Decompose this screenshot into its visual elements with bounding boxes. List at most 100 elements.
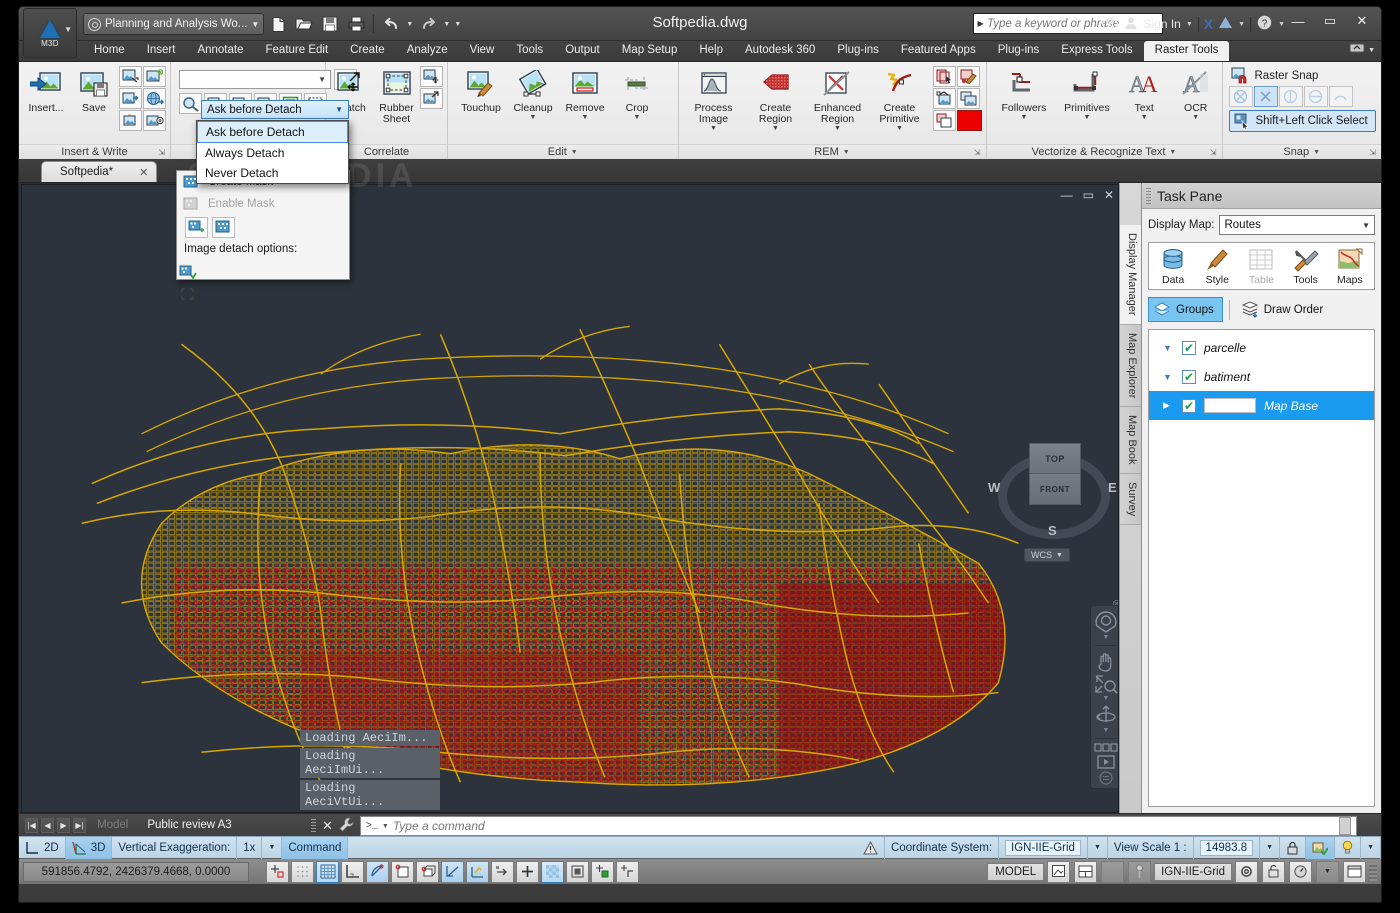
lock-viewport-button[interactable] [1280,837,1306,859]
polar-toggle[interactable] [366,861,389,883]
new-icon[interactable] [266,13,290,35]
exchange-app-icon[interactable]: X [1204,16,1213,32]
ribbon-minimize-icon[interactable] [1349,41,1365,59]
ribbon-tab-help[interactable]: Help [688,41,734,61]
image-snapshot-icon[interactable] [143,110,166,131]
snap-toggle[interactable] [266,861,289,883]
bottom-coordinate-system[interactable]: IGN-IIE-Grid [1154,863,1232,881]
ribbon-tab-raster-tools[interactable]: Raster Tools [1144,41,1230,61]
vertical-exaggeration-value-item[interactable]: 1x [237,837,262,859]
model-space-button[interactable]: MODEL [987,863,1044,881]
chevron-down-icon[interactable]: ▼ [530,114,537,121]
ribbon-tab-analyze[interactable]: Analyze [396,41,459,61]
mask-edit-icon[interactable] [212,217,235,238]
primitives-button[interactable]: Primitives ▼ [1059,65,1114,121]
pin-icon[interactable] [1128,861,1151,883]
detach-option[interactable]: Never Detach [197,163,348,183]
touchup-button[interactable]: Touchup [458,65,504,114]
ribbon-tab-map-setup[interactable]: Map Setup [611,41,689,61]
task-pane-style-button[interactable]: Style [1201,246,1234,286]
ribbon-tab-annotate[interactable]: Annotate [186,41,254,61]
command-input[interactable] [393,819,1335,833]
vertical-exaggeration-dropdown[interactable]: ▼ [262,837,282,859]
ribbon-tab-autodesk-360[interactable]: Autodesk 360 [734,41,826,61]
view-cube-box[interactable]: TOP FRONT [1029,443,1081,505]
save-image-button[interactable]: Save [71,65,117,114]
view-scale-dropdown[interactable]: ▼ [1260,837,1280,859]
compass-east-label[interactable]: E [1108,480,1117,495]
workspace-selector[interactable]: Planning and Analysis Wo... ▼ [83,13,264,35]
chevron-down-icon[interactable]: ▼ [1103,728,1110,734]
zoom-extents-icon[interactable] [1094,674,1118,694]
remove-button[interactable]: Remove ▼ [562,65,608,121]
task-pane-table-button[interactable]: Table [1245,246,1278,286]
unlock-icon[interactable] [1262,861,1285,883]
chevron-down-icon[interactable]: ▼ [1169,149,1176,156]
chevron-down-icon[interactable]: ▼ [1368,47,1375,54]
chevron-down-icon[interactable]: ▼ [1163,372,1174,382]
minimize-button[interactable]: — [1283,9,1313,33]
image-detach-icon[interactable] [177,262,199,283]
chevron-down-icon[interactable]: ▼ [442,21,451,28]
document-tab-softpedia[interactable]: Softpedia* ✕ [41,161,157,182]
ribbon-tab-express-tools[interactable]: Express Tools [1050,41,1143,61]
ribbon-tab-view[interactable]: View [459,41,506,61]
chevron-down-icon[interactable]: ▼ [896,125,903,132]
chevron-down-icon[interactable]: ▼ [1313,149,1320,156]
display-map-select[interactable]: Routes ▼ [1219,215,1375,235]
search-dropdown-icon[interactable]: ▶ [974,19,987,28]
chevron-down-icon[interactable]: ▼ [1056,552,1063,559]
command-history-scroll[interactable] [1339,817,1351,835]
layer-list[interactable]: ▼✔parcelle▼✔batiment▶✔Map Base [1148,329,1375,807]
mask-add-icon[interactable] [185,217,208,238]
chevron-down-icon[interactable]: ▼ [1103,696,1110,702]
grid-toggle[interactable] [316,861,339,883]
mode-2d-button[interactable]: 2D [19,837,66,859]
image-detach-combo[interactable]: Ask before Detach ▼ [201,100,349,119]
close-icon[interactable]: ✕ [316,818,339,834]
ribbon-tab-insert[interactable]: Insert [136,41,187,61]
chevron-down-icon[interactable]: ▼ [1083,114,1090,121]
task-pane-tools-button[interactable]: Tools [1289,246,1322,286]
prev-tab-icon[interactable]: ◀ [41,818,54,833]
region-color-swatch[interactable] [957,110,982,131]
ribbon-tab-output[interactable]: Output [554,41,611,61]
task-pane-maps-button[interactable]: Maps [1333,246,1366,286]
region-merge-icon[interactable] [933,88,956,109]
osnap-toggle[interactable] [391,861,414,883]
help-icon[interactable]: ? [1256,14,1273,34]
region-layer-icon[interactable] [933,110,956,131]
panel-dialog-launcher-icon[interactable]: ⇲ [1210,148,1217,157]
chevron-down-icon[interactable]: ▼ [582,114,589,121]
image-frame-toggle-icon[interactable] [177,283,199,304]
snap-center-icon[interactable] [1304,86,1328,107]
followers-button[interactable]: Followers ▼ [997,65,1052,121]
pan-hand-icon[interactable] [1095,650,1117,672]
steering-wheel-icon[interactable] [1095,611,1117,633]
viewport-layout-icon[interactable] [1047,861,1070,883]
image-export-icon[interactable] [119,88,142,109]
first-tab-icon[interactable]: |◀ [25,818,38,833]
crop-button[interactable]: Crop ▼ [614,65,660,121]
qat-more-icon[interactable]: ▼ [453,21,462,28]
ocr-button[interactable]: A OCR ▼ [1174,65,1218,121]
chevron-down-icon[interactable]: ▼ [1238,21,1245,28]
resize-grip-icon[interactable] [1369,863,1377,881]
detach-option[interactable]: Ask before Detach [197,121,348,143]
region-paint-icon[interactable] [957,66,980,87]
chevron-down-icon[interactable]: ▼ [1094,844,1101,851]
region-select-icon[interactable] [933,66,956,87]
region-copy-icon[interactable] [957,88,980,109]
create-primitive-button[interactable]: Create Primitive ▼ [871,65,929,132]
chevron-down-icon[interactable]: ▼ [1266,844,1273,851]
undo-icon[interactable] [379,13,403,35]
panel-dialog-launcher-icon[interactable]: ⇲ [974,148,981,157]
chevron-down-icon[interactable]: ▼ [251,20,259,29]
text-recognize-button[interactable]: AA Text ▼ [1122,65,1166,121]
showmotion-play-icon[interactable] [1096,755,1116,769]
open-icon[interactable] [292,13,316,35]
coordinate-system-value-item[interactable]: IGN-IIE-Grid [999,837,1088,859]
chevron-down-icon[interactable]: ▼ [405,21,414,28]
chevron-down-icon[interactable]: ▼ [1021,114,1028,121]
chevron-down-icon[interactable]: ▼ [268,844,275,851]
